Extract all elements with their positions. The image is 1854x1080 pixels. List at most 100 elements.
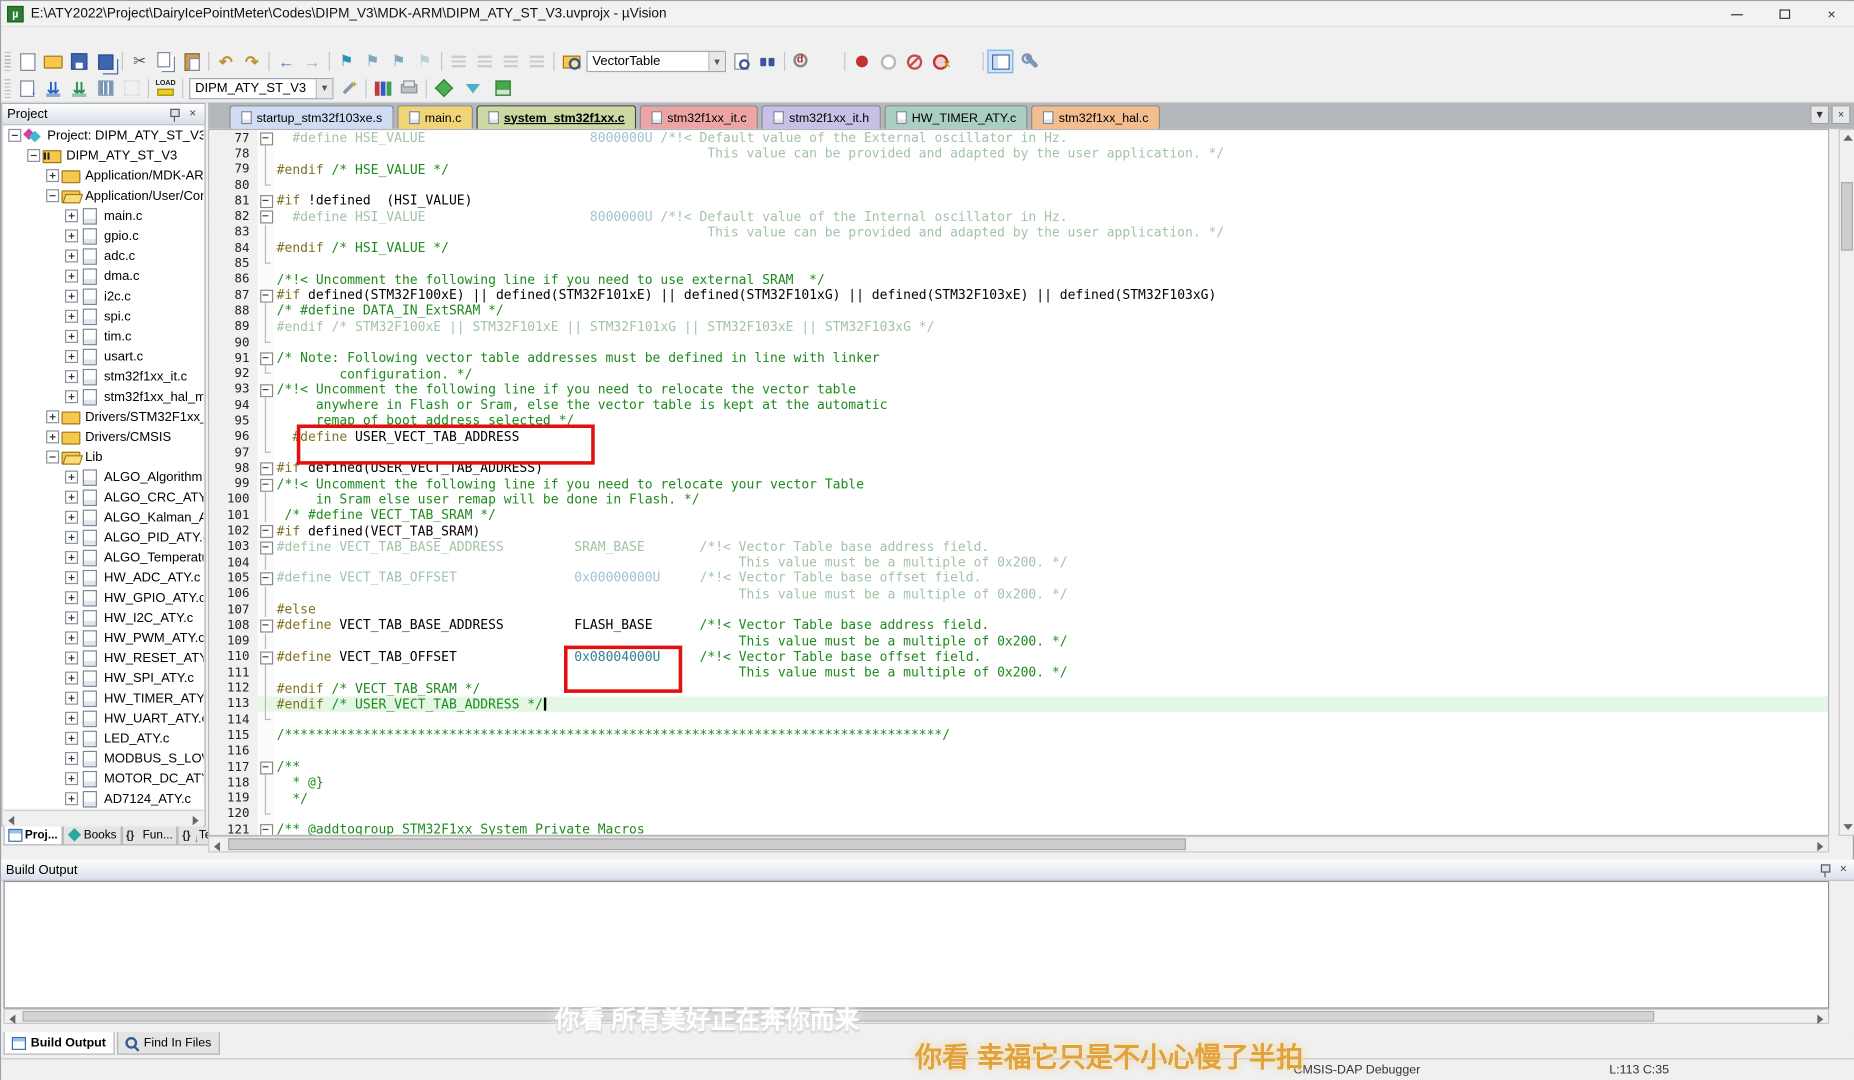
code-line[interactable]: 114 — [209, 712, 1829, 728]
clear-bookmarks-button[interactable] — [411, 50, 437, 74]
fold-marker[interactable] — [258, 492, 275, 508]
target-select-combobox[interactable]: DIPM_ATY_ST_V3 ▼ — [189, 77, 333, 98]
tree-item[interactable]: HW_RESET_ATY.c — [4, 648, 204, 668]
tree-expander[interactable] — [65, 350, 78, 363]
tree-expander[interactable] — [65, 792, 78, 805]
manage-project-items-button[interactable] — [370, 76, 396, 100]
fold-marker[interactable] — [258, 649, 275, 665]
tree-expander[interactable] — [65, 370, 78, 383]
fold-marker[interactable] — [258, 790, 275, 806]
editor-tab-main[interactable]: main.c — [398, 105, 474, 129]
code-line[interactable]: 93 /*!< Uncomment the following line if … — [209, 382, 1829, 398]
tree-expander[interactable] — [65, 672, 78, 685]
tree-target[interactable]: DIPM_ATY_ST_V3 — [4, 145, 204, 165]
code-line[interactable]: 104 This value must be a multiple of 0x2… — [209, 555, 1829, 571]
tree-expander[interactable] — [65, 732, 78, 745]
code-line[interactable]: 120 — [209, 806, 1829, 822]
tree-expander[interactable] — [65, 692, 78, 705]
fold-marker[interactable] — [258, 350, 275, 366]
tree-item[interactable]: HW_GPIO_ATY.c — [4, 588, 204, 608]
save-button[interactable] — [66, 50, 92, 74]
editor-tab-startup[interactable]: startup_stm32f103xe.s — [229, 105, 394, 129]
fold-marker[interactable] — [258, 240, 275, 256]
fold-marker[interactable] — [258, 822, 275, 836]
tree-expander[interactable] — [65, 290, 78, 303]
tree-item[interactable]: HW_SPI_ATY.c — [4, 668, 204, 688]
translate-file-button[interactable] — [14, 76, 40, 100]
window-layout-button[interactable] — [987, 50, 1013, 74]
code-line[interactable]: 103 #define VECT_TAB_BASE_ADDRESS SRAM_B… — [209, 539, 1829, 555]
save-all-button[interactable] — [92, 50, 118, 74]
tree-expander[interactable] — [46, 430, 59, 443]
tree-expander[interactable] — [65, 772, 78, 785]
code-line[interactable]: 118 * @} — [209, 775, 1829, 791]
code-line[interactable]: 107 #else — [209, 602, 1829, 618]
indent-right-button[interactable] — [472, 50, 498, 74]
enable-breakpoint-button[interactable] — [875, 50, 901, 74]
indent-left-button[interactable] — [446, 50, 472, 74]
code-line[interactable]: 117 /** — [209, 759, 1829, 775]
fold-marker[interactable] — [258, 130, 275, 146]
fold-marker[interactable] — [258, 397, 275, 413]
code-line[interactable]: 77 #define HSE_VALUE 8000000U /*!< Defau… — [209, 130, 1829, 146]
code-line[interactable]: 111 This value must be a multiple of 0x2… — [209, 665, 1829, 681]
code-line[interactable]: 113 #endif /* USER_VECT_TAB_ADDRESS */ — [209, 696, 1829, 712]
tree-item[interactable]: main.c — [4, 206, 204, 226]
tree-expander[interactable] — [65, 611, 78, 624]
tree-item[interactable]: ALGO_CRC_ATY.c — [4, 487, 204, 507]
fold-marker[interactable] — [258, 334, 275, 350]
incremental-find-button[interactable] — [728, 50, 754, 74]
fold-marker[interactable] — [258, 696, 275, 712]
breakpoints-dropdown[interactable] — [953, 50, 979, 74]
find-combobox-value[interactable]: VectorTable — [592, 54, 708, 68]
editor-hscrollbar[interactable] — [208, 836, 1829, 853]
manage-rte-button[interactable] — [430, 76, 456, 100]
new-file-button[interactable] — [14, 50, 40, 74]
tree-item[interactable]: ALGO_AlgorithmBa — [4, 467, 204, 487]
fold-marker[interactable] — [258, 382, 275, 398]
editor-tab-it-c[interactable]: stm32f1xx_it.c — [640, 105, 758, 129]
fold-marker[interactable] — [258, 319, 275, 335]
tree-expander[interactable] — [65, 651, 78, 664]
tree-expander[interactable] — [46, 189, 59, 202]
target-select-value[interactable]: DIPM_ATY_ST_V3 — [195, 81, 316, 95]
editor-tab-hw-timer[interactable]: HW_TIMER_ATY.c — [885, 105, 1028, 129]
tree-item[interactable]: stm32f1xx_hal_msp — [4, 387, 204, 407]
code-line[interactable]: 94 anywhere in Flash or Sram, else the v… — [209, 397, 1829, 413]
fold-marker[interactable] — [258, 570, 275, 586]
code-line[interactable]: 83 This value can be provided and adapte… — [209, 224, 1829, 240]
fold-marker[interactable] — [258, 476, 275, 492]
find-combobox[interactable]: VectorTable ▼ — [586, 51, 726, 72]
panel-tab-books[interactable]: Books — [62, 826, 121, 845]
fold-marker[interactable] — [258, 712, 275, 728]
next-bookmark-button[interactable] — [385, 50, 411, 74]
fold-marker[interactable] — [258, 303, 275, 319]
tree-item[interactable]: dma.c — [4, 266, 204, 286]
fold-marker[interactable] — [258, 193, 275, 209]
tree-expander[interactable] — [65, 752, 78, 765]
code-line[interactable]: 112 #endif /* VECT_TAB_SRAM */ — [209, 680, 1829, 696]
debug-find-dropdown[interactable] — [815, 50, 841, 74]
fold-marker[interactable] — [258, 806, 275, 822]
insert-breakpoint-button[interactable] — [849, 50, 875, 74]
code-line[interactable]: 99 /*!< Uncomment the following line if … — [209, 476, 1829, 492]
editor-tab-system[interactable]: system_stm32f1xx.c — [477, 105, 637, 129]
pin-icon[interactable] — [1819, 863, 1833, 877]
menu-tools[interactable] — [138, 35, 157, 40]
tree-expander[interactable] — [46, 410, 59, 423]
rebuild-all-button[interactable] — [66, 76, 92, 100]
tree-item[interactable]: gpio.c — [4, 226, 204, 246]
tree-item[interactable]: Application/MDK-ARM — [4, 166, 204, 186]
fold-marker[interactable] — [258, 775, 275, 791]
code-line[interactable]: 88 /* #define DATA_IN_ExtSRAM */ — [209, 303, 1829, 319]
toolbar-grip[interactable] — [5, 52, 11, 71]
close-icon[interactable]: × — [186, 107, 200, 121]
code-line[interactable]: 105 #define VECT_TAB_OFFSET 0x00000000U … — [209, 570, 1829, 586]
fold-marker[interactable] — [258, 460, 275, 476]
tree-expander[interactable] — [65, 712, 78, 725]
fold-marker[interactable] — [258, 507, 275, 523]
tree-item[interactable]: HW_TIMER_ATY.c — [4, 688, 204, 708]
code-line[interactable]: 87 #if defined(STM32F100xE) || defined(S… — [209, 287, 1829, 303]
fold-marker[interactable] — [258, 162, 275, 178]
find-in-files-button[interactable] — [558, 50, 584, 74]
